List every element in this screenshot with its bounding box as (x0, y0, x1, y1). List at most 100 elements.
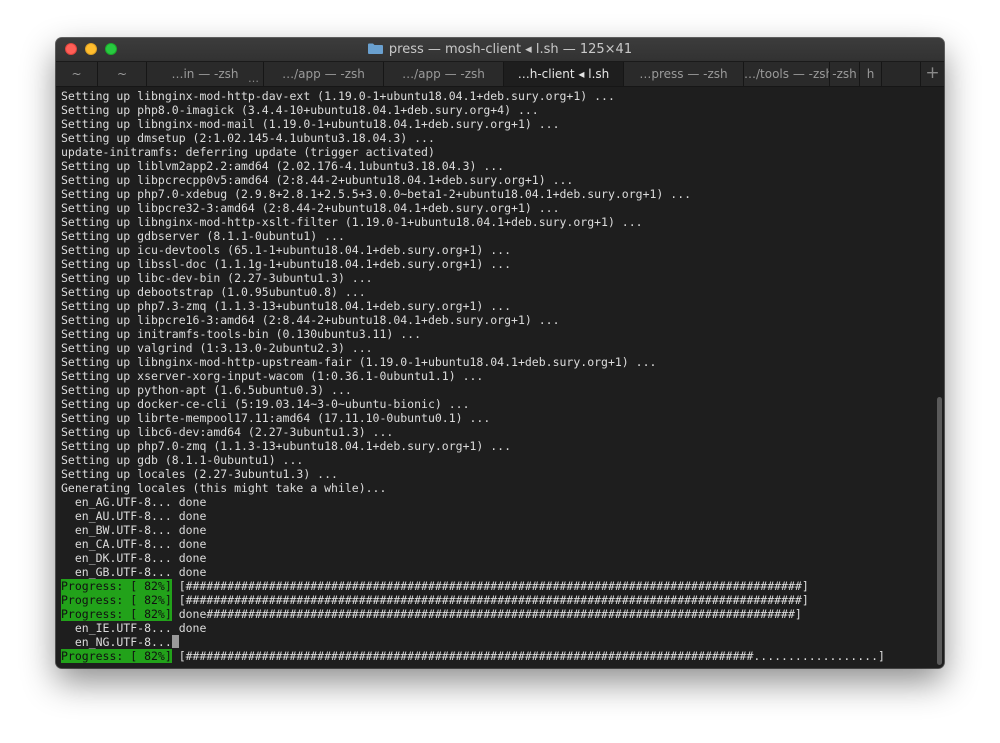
terminal-line: Setting up dmsetup (2:1.02.145-4.1ubuntu… (61, 131, 885, 145)
terminal-line: Progress: [ 82%] [######################… (61, 593, 885, 607)
line-text: en_DK.UTF-8... done (61, 551, 207, 565)
line-text: Setting up docker-ce-cli (5:19.03.14~3-0… (61, 397, 470, 411)
tab-bar: ~ ~ …in — -zsh … …/app — -zsh …/app — -zsh …h-… (56, 62, 944, 87)
line-text: Setting up libpcre32-3:amd64 (2:8.44-2+u… (61, 201, 560, 215)
tab-1[interactable]: ~ (98, 62, 147, 86)
terminal-line: en_NG.UTF-8... (61, 635, 885, 649)
line-text: Setting up php7.0-zmq (1.1.3-13+ubuntu18… (61, 439, 512, 453)
tab-label: …/tools — -zsh (744, 67, 830, 81)
tab-6[interactable]: …press — -zsh (624, 62, 744, 86)
progress-bar: [#######################################… (171, 579, 809, 593)
line-text: Setting up libssl-doc (1.1.1g-1+ubuntu18… (61, 257, 512, 271)
tab-label: …in — -zsh (171, 67, 239, 81)
terminal-line: en_BW.UTF-8... done (61, 523, 885, 537)
tab-label: …press — -zsh (639, 67, 728, 81)
line-text: Setting up php8.0-imagick (3.4.4-10+ubun… (61, 103, 539, 117)
tab-label: …h-client ◂ l.sh (517, 67, 610, 81)
terminal-line: Setting up libpcre16-3:amd64 (2:8.44-2+u… (61, 313, 885, 327)
terminal-view[interactable]: Setting up libnginx-mod-http-dav-ext (1.… (56, 87, 944, 668)
text-cursor (171, 635, 179, 648)
line-text: Setting up librte-mempool17.11:amd64 (17… (61, 411, 491, 425)
terminal-line: en_AG.UTF-8... done (61, 495, 885, 509)
terminal-line: Setting up php8.0-imagick (3.4.4-10+ubun… (61, 103, 885, 117)
terminal-line: en_IE.UTF-8... done (61, 621, 885, 635)
terminal-line: Setting up libc-dev-bin (2.27-3ubuntu1.3… (61, 271, 885, 285)
terminal-line: Setting up docker-ce-cli (5:19.03.14~3-0… (61, 397, 885, 411)
line-text: Setting up php7.3-zmq (1.1.3-13+ubuntu18… (61, 299, 512, 313)
terminal-window: press — mosh-client ◂ l.sh — 125×41 ~ ~ …i… (56, 38, 944, 668)
progress-label: Progress: [ 82%] (61, 649, 172, 663)
terminal-line: Setting up liblvm2app2.2:amd64 (2.02.176… (61, 159, 885, 173)
line-text: Setting up libnginx-mod-http-xslt-filter… (61, 215, 643, 229)
window-title-text: press — mosh-client ◂ l.sh — 125×41 (388, 42, 633, 57)
line-text: Setting up libc6-dev:amd64 (2.27-3ubuntu… (61, 425, 394, 439)
line-text: Setting up debootstrap (1.0.95ubuntu0.8)… (61, 285, 366, 299)
line-text: Setting up libpcre16-3:amd64 (2:8.44-2+u… (61, 313, 560, 327)
tab-label: ~ (116, 67, 128, 81)
progress-bar: [#######################################… (171, 649, 885, 663)
tab-label: ~ (71, 67, 82, 81)
terminal-line: Setting up php7.3-zmq (1.1.3-13+ubuntu18… (61, 299, 885, 313)
line-text: Setting up php7.0-xdebug (2.9.8+2.8.1+2.… (61, 187, 692, 201)
terminal-line: Setting up xserver-xorg-input-wacom (1:0… (61, 369, 885, 383)
line-text: Setting up libpcrecpp0v5:amd64 (2:8.44-2… (61, 173, 574, 187)
terminal-line: Setting up libnginx-mod-http-upstream-fa… (61, 355, 885, 369)
line-text: update-initramfs: deferring update (trig… (61, 145, 435, 159)
tab-0[interactable]: ~ (56, 62, 98, 86)
tab-label: -zsh (832, 67, 857, 81)
line-text: Setting up dmsetup (2:1.02.145-4.1ubuntu… (61, 131, 435, 145)
terminal-line: en_DK.UTF-8... done (61, 551, 885, 565)
progress-label: Progress: [ 82%] (61, 607, 172, 621)
line-text: Setting up libnginx-mod-mail (1.19.0-1+u… (61, 117, 560, 131)
line-text: Setting up libnginx-mod-http-upstream-fa… (61, 355, 657, 369)
tab-label: …/app — -zsh (282, 67, 365, 81)
line-text: Setting up xserver-xorg-input-wacom (1:0… (61, 369, 484, 383)
tab-label: h (866, 67, 875, 81)
progress-label: Progress: [ 82%] (61, 579, 172, 593)
terminal-line: Setting up debootstrap (1.0.95ubuntu0.8)… (61, 285, 885, 299)
terminal-line: Setting up python-apt (1.6.5ubuntu0.3) .… (61, 383, 885, 397)
terminal-line: Setting up locales (2.27-3ubuntu1.3) ... (61, 467, 885, 481)
line-text: Setting up initramfs-tools-bin (0.130ubu… (61, 327, 422, 341)
line-text: en_BW.UTF-8... done (61, 523, 207, 537)
line-text: en_AU.UTF-8... done (61, 509, 207, 523)
terminal-line: Setting up libnginx-mod-mail (1.19.0-1+u… (61, 117, 885, 131)
terminal-output: Setting up libnginx-mod-http-dav-ext (1.… (61, 89, 885, 663)
terminal-line: Setting up php7.0-xdebug (2.9.8+2.8.1+2.… (61, 187, 885, 201)
tab-5[interactable]: …h-client ◂ l.sh (504, 62, 624, 86)
terminal-line: Setting up valgrind (1:3.13.0-2ubuntu2.3… (61, 341, 885, 355)
terminal-line: Setting up gdbserver (8.1.1-0ubuntu1) ..… (61, 229, 885, 243)
terminal-line: Setting up initramfs-tools-bin (0.130ubu… (61, 327, 885, 341)
new-tab-button[interactable]: + (920, 62, 944, 86)
terminal-line: Setting up icu-devtools (65.1-1+ubuntu18… (61, 243, 885, 257)
line-text: Setting up valgrind (1:3.13.0-2ubuntu2.3… (61, 341, 373, 355)
line-text: Setting up locales (2.27-3ubuntu1.3) ... (61, 467, 338, 481)
line-text: Setting up libnginx-mod-http-dav-ext (1.… (61, 89, 615, 103)
terminal-line: en_AU.UTF-8... done (61, 509, 885, 523)
tab-2[interactable]: …in — -zsh… (147, 62, 264, 86)
terminal-line: Generating locales (this might take a wh… (61, 481, 885, 495)
tab-7[interactable]: …/tools — -zsh (744, 62, 830, 86)
progress-bar: [#######################################… (171, 593, 809, 607)
progress-bar: done####################################… (171, 607, 802, 621)
terminal-line: Progress: [ 82%] [######################… (61, 649, 885, 663)
terminal-line: Setting up libnginx-mod-http-xslt-filter… (61, 215, 885, 229)
terminal-line: Setting up gdb (8.1.1-0ubuntu1) ... (61, 453, 885, 467)
terminal-line: en_CA.UTF-8... done (61, 537, 885, 551)
folder-icon (367, 43, 383, 54)
terminal-line: Progress: [ 82%] [######################… (61, 579, 885, 593)
progress-label: Progress: [ 82%] (61, 593, 172, 607)
tab-label: …/app — -zsh (402, 67, 485, 81)
window-title: press — mosh-client ◂ l.sh — 125×41 (56, 38, 944, 61)
tab-4[interactable]: …/app — -zsh (384, 62, 504, 86)
tab-3[interactable]: …/app — -zsh (264, 62, 384, 86)
terminal-line: Setting up libpcrecpp0v5:amd64 (2:8.44-2… (61, 173, 885, 187)
line-text: en_AG.UTF-8... done (61, 495, 207, 509)
tab-9[interactable]: h (860, 62, 882, 86)
terminal-line: Setting up libssl-doc (1.1.1g-1+ubuntu18… (61, 257, 885, 271)
tab-8[interactable]: -zsh (830, 62, 860, 86)
title-bar[interactable]: press — mosh-client ◂ l.sh — 125×41 (56, 38, 944, 62)
terminal-line: Setting up libc6-dev:amd64 (2.27-3ubuntu… (61, 425, 885, 439)
terminal-scrollbar[interactable] (937, 397, 942, 665)
terminal-line: update-initramfs: deferring update (trig… (61, 145, 885, 159)
